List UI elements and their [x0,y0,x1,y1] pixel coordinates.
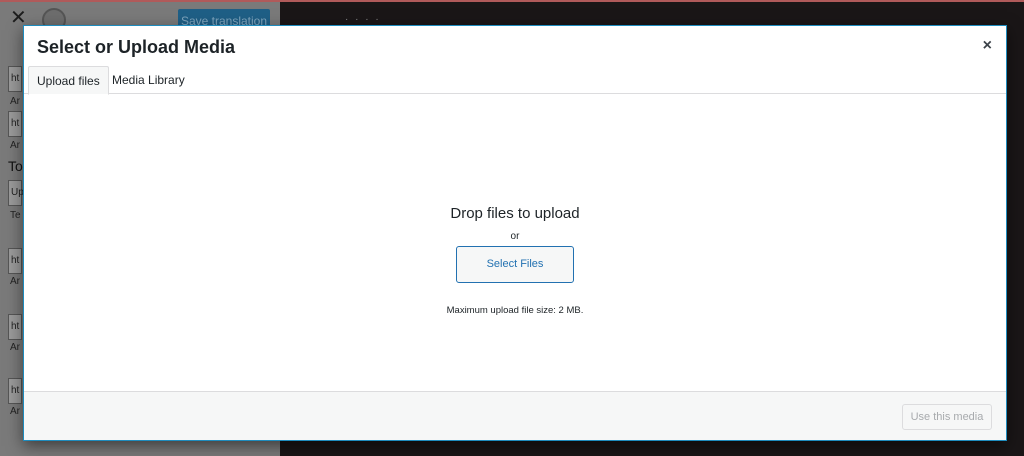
upload-drop-zone[interactable]: Drop files to upload or Select Files Max… [24,95,1006,391]
or-text: or [510,231,520,242]
tab-upload-files[interactable]: Upload files [28,66,109,95]
media-modal: Select or Upload Media × Upload files Me… [23,25,1007,441]
background-caption: Ar [10,406,20,417]
modal-footer: Use this media [24,391,1006,440]
background-caption: Ar [10,342,20,353]
max-upload-size-text: Maximum upload file size: 2 MB. [446,305,584,316]
drop-files-heading: Drop files to upload [450,205,580,222]
background-caption: Ar [10,96,20,107]
tab-media-library[interactable]: Media Library [104,66,193,95]
background-field: ht [8,248,22,274]
background-caption: Te [10,210,21,221]
media-tabs: Upload files Media Library [24,66,1006,95]
background-caption: Ar [10,276,20,287]
background-field: Up [8,180,24,206]
background-top-line [0,0,1024,2]
background-heading: To [8,158,23,174]
select-files-button[interactable]: Select Files [456,246,574,283]
close-icon[interactable]: × [983,38,992,54]
background-caption: Ar [10,140,20,151]
background-field: ht [8,66,22,92]
background-field: ht [8,111,22,137]
background-field: ht [8,378,22,404]
use-this-media-button[interactable]: Use this media [902,404,992,430]
background-logo-stars: · · · · [345,14,381,25]
modal-title: Select or Upload Media [37,37,236,57]
background-field: ht [8,314,22,340]
